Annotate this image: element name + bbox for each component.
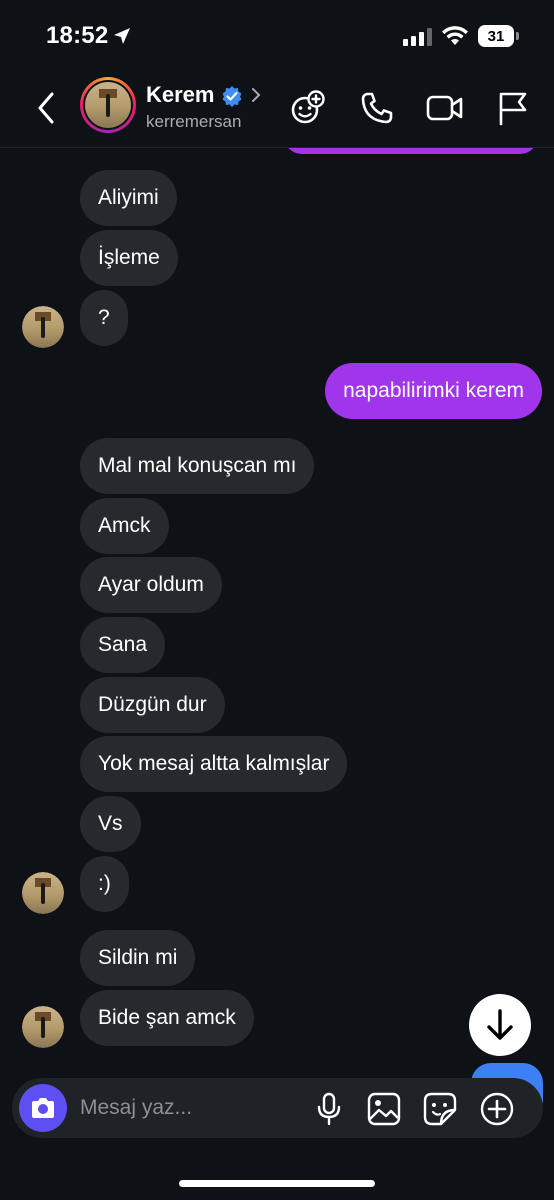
- status-time: 18:52: [46, 22, 109, 49]
- received-message[interactable]: İşleme: [80, 230, 178, 286]
- scroll-down-button[interactable]: [469, 994, 531, 1056]
- verified-icon: [222, 86, 242, 107]
- contact-name[interactable]: Kerem: [146, 82, 214, 108]
- received-message[interactable]: ?: [80, 290, 128, 346]
- received-message[interactable]: :): [80, 856, 129, 912]
- sender-avatar[interactable]: [22, 306, 64, 348]
- flag-icon[interactable]: [496, 90, 530, 126]
- received-message[interactable]: Yok mesaj altta kalmışlar: [80, 736, 348, 792]
- message-input[interactable]: Mesaj yaz...: [80, 1096, 192, 1120]
- partial-sent-bubble: [284, 148, 538, 154]
- received-message[interactable]: Mal mal konuşcan mı: [80, 438, 315, 494]
- signal-icon: [403, 28, 432, 46]
- status-bar: 18:52 31: [0, 0, 554, 72]
- wifi-icon: [442, 26, 468, 45]
- received-message[interactable]: Bide şan amck: [80, 990, 254, 1046]
- battery-indicator: 31: [478, 25, 519, 47]
- sender-avatar[interactable]: [22, 872, 64, 914]
- received-message[interactable]: Sildin mi: [80, 930, 196, 986]
- received-message[interactable]: Sana: [80, 617, 166, 673]
- location-arrow-icon: [114, 28, 130, 44]
- received-message[interactable]: Vs: [80, 796, 141, 852]
- back-chevron-icon[interactable]: [34, 90, 58, 126]
- phone-icon[interactable]: [359, 90, 395, 126]
- effects-icon[interactable]: [289, 90, 325, 126]
- received-message[interactable]: Amck: [80, 498, 169, 554]
- contact-username: kerremersan: [146, 112, 242, 131]
- received-message[interactable]: Düzgün dur: [80, 677, 225, 733]
- gallery-icon[interactable]: [367, 1092, 401, 1126]
- video-icon[interactable]: [425, 90, 465, 126]
- sticker-icon[interactable]: [423, 1092, 457, 1126]
- message-composer: Mesaj yaz...: [12, 1078, 543, 1138]
- home-indicator: [179, 1180, 375, 1187]
- plus-icon[interactable]: [480, 1092, 514, 1126]
- avatar[interactable]: [80, 77, 136, 133]
- arrow-down-icon: [487, 1009, 513, 1040]
- received-message[interactable]: Aliyimi: [80, 170, 177, 226]
- received-message[interactable]: Ayar oldum: [80, 557, 222, 613]
- camera-icon: [32, 1098, 54, 1118]
- sent-message[interactable]: napabilirimki kerem: [325, 363, 542, 419]
- chat-header: Kerem kerremersan: [0, 72, 554, 148]
- camera-button[interactable]: [19, 1084, 67, 1132]
- mic-icon[interactable]: [316, 1092, 342, 1126]
- message-list[interactable]: Aliyimi İşleme ? napabilirimki kerem Mal…: [0, 148, 554, 1078]
- chevron-right-icon[interactable]: [251, 87, 261, 103]
- sender-avatar[interactable]: [22, 1006, 64, 1048]
